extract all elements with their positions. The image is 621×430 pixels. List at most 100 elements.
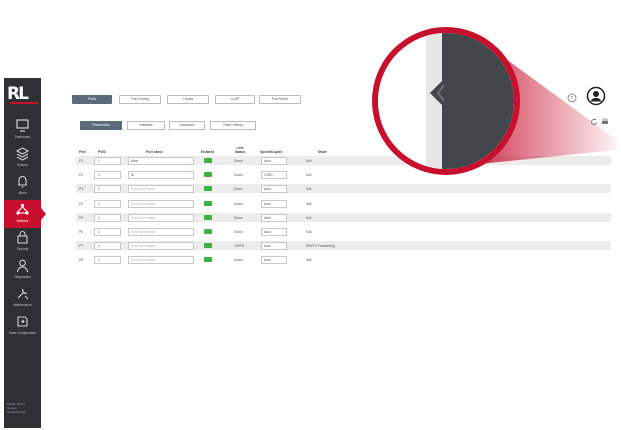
port-name-input[interactable]: Enter port name (128, 214, 194, 222)
sidebar-item-label: Alarm (18, 191, 27, 195)
mode-value: N/A (306, 158, 312, 163)
save-icon (17, 316, 28, 327)
port-name-input[interactable]: Enter port name (128, 228, 194, 236)
speed-select[interactable]: Auto (261, 242, 287, 250)
table-row: P2 1 ttt Down 10HD N/A (76, 170, 611, 179)
pvid-input[interactable]: 1 (94, 228, 121, 236)
magnifier-circle (372, 27, 520, 175)
pvid-input[interactable]: 1 (94, 157, 121, 165)
enabled-toggle[interactable] (204, 229, 212, 234)
speed-select[interactable]: 10HD (261, 171, 287, 179)
port-cell: P7 (79, 243, 84, 248)
col-enabled: Enabled (201, 150, 215, 154)
mode-value: N/A (306, 201, 312, 206)
sidebar-item-system[interactable]: System (4, 144, 41, 172)
tab-port-mirror[interactable]: Port Mirror (259, 95, 301, 104)
print-icon[interactable] (601, 118, 609, 126)
table-row: P6 1 Enter port name Down Auto N/A (76, 227, 611, 236)
mode-value: SW/TX Forwarding (306, 243, 335, 248)
help-icon[interactable]: ? (567, 93, 577, 103)
refresh-icon[interactable] (590, 118, 598, 126)
sidebar-item-label: Maintenance (13, 303, 32, 307)
mode-value: N/A (306, 257, 312, 262)
enabled-toggle[interactable] (204, 158, 212, 163)
speed-select[interactable]: Auto (261, 200, 287, 208)
speed-select[interactable]: Auto (261, 157, 287, 165)
enabled-toggle[interactable] (204, 201, 212, 206)
table-row: P5 1 Enter port name Down Auto N/A (76, 213, 611, 222)
col-port: Port (79, 150, 86, 154)
link-status: Down (234, 172, 243, 177)
enabled-toggle[interactable] (204, 186, 212, 191)
port-cell: P8 (79, 257, 84, 262)
port-cell: P2 (79, 172, 84, 177)
network-icon (16, 203, 29, 215)
port-cell: P1 (79, 158, 84, 163)
enabled-toggle[interactable] (204, 172, 212, 177)
sidebar-item-network[interactable]: Network (4, 200, 46, 228)
monitor-icon (16, 119, 29, 132)
sidebar-item-label: Security (16, 247, 29, 251)
enabled-toggle[interactable] (204, 257, 212, 262)
pvid-input[interactable]: 1 (94, 242, 121, 250)
pvid-input[interactable]: 1 (94, 185, 121, 193)
link-status: Down (234, 201, 243, 206)
speed-select[interactable]: Auto (261, 228, 287, 236)
sidebar-item-save-configuration[interactable]: Save Configuration (4, 312, 41, 340)
sidebar-item-label: Network (16, 219, 29, 223)
link-status: Down (234, 158, 243, 163)
pvid-input[interactable]: 1 (94, 171, 121, 179)
col-mode: Mode (318, 150, 327, 154)
logo-text: RL (7, 84, 29, 104)
speed-select[interactable]: Auto (261, 185, 287, 193)
tab-lldp[interactable]: LLDP (215, 95, 255, 104)
table-row: P3 1 Enter port name Down Auto N/A (76, 184, 611, 193)
user-avatar-icon[interactable] (586, 86, 606, 106)
table-header: Port PVID Port name Enabled Link Status … (76, 140, 611, 154)
port-cell: P5 (79, 215, 84, 220)
col-link-status: Link Status (234, 146, 246, 154)
mode-value: N/A (306, 229, 312, 234)
pvid-input[interactable]: 1 (94, 200, 121, 208)
svg-text:?: ? (570, 96, 573, 102)
port-name-input[interactable]: ttt (128, 171, 194, 179)
subtab-advanced[interactable]: Advanced (169, 121, 205, 130)
tab-port-config[interactable]: Port Config (119, 95, 161, 104)
port-name-input[interactable]: Enter port name (128, 242, 194, 250)
port-name-input[interactable]: Main (128, 157, 194, 165)
mode-value: N/A (306, 215, 312, 220)
table-row: P1 1 Main Down Auto N/A (76, 156, 611, 165)
sidebar-item-dashboard[interactable]: Dashboard (4, 116, 41, 144)
sidebar-item-diagnostics[interactable]: Diagnostics (4, 256, 41, 284)
logo: RL (7, 84, 38, 104)
sidebar-item-label: Save Configuration (8, 331, 37, 335)
port-name-input[interactable]: Enter port name (128, 185, 194, 193)
enabled-toggle[interactable] (204, 215, 212, 220)
tab-trunks[interactable]: Trunks (167, 95, 209, 104)
sidebar-item-maintenance[interactable]: Maintenance (4, 284, 41, 312)
pvid-input[interactable]: 1 (94, 214, 121, 222)
speed-select[interactable]: Auto (261, 256, 287, 264)
sidebar-item-label: System (17, 163, 28, 167)
table-row: P4 1 Enter port name Down Auto N/A (76, 199, 611, 208)
sidebar-item-label: Diagnostics (14, 275, 31, 279)
lock-icon (17, 230, 28, 244)
chevron-left-icon[interactable] (436, 83, 446, 103)
sidebar-item-security[interactable]: Security (4, 228, 41, 256)
enabled-toggle[interactable] (204, 243, 212, 248)
tab-ports[interactable]: Ports (72, 95, 112, 104)
pvid-input[interactable]: 1 (94, 256, 121, 264)
subtab-rate-limiting[interactable]: Rate Limiting (210, 121, 256, 130)
magnified-panel (442, 33, 514, 169)
speed-select[interactable]: Auto (261, 214, 287, 222)
col-speed-duplex: Speed/Duplex (260, 150, 283, 154)
subtab-statistics[interactable]: Statistics (127, 121, 165, 130)
port-name-input[interactable]: Enter port name (128, 200, 194, 208)
sidebar-item-alarm[interactable]: Alarm (4, 172, 41, 200)
subtab-parameters[interactable]: Parameters (80, 121, 122, 130)
link-status: Down (234, 186, 243, 191)
tools-icon (17, 288, 29, 300)
user-icon (16, 259, 29, 273)
port-name-input[interactable]: Enter port name (128, 256, 194, 264)
port-cell: P4 (79, 201, 84, 206)
